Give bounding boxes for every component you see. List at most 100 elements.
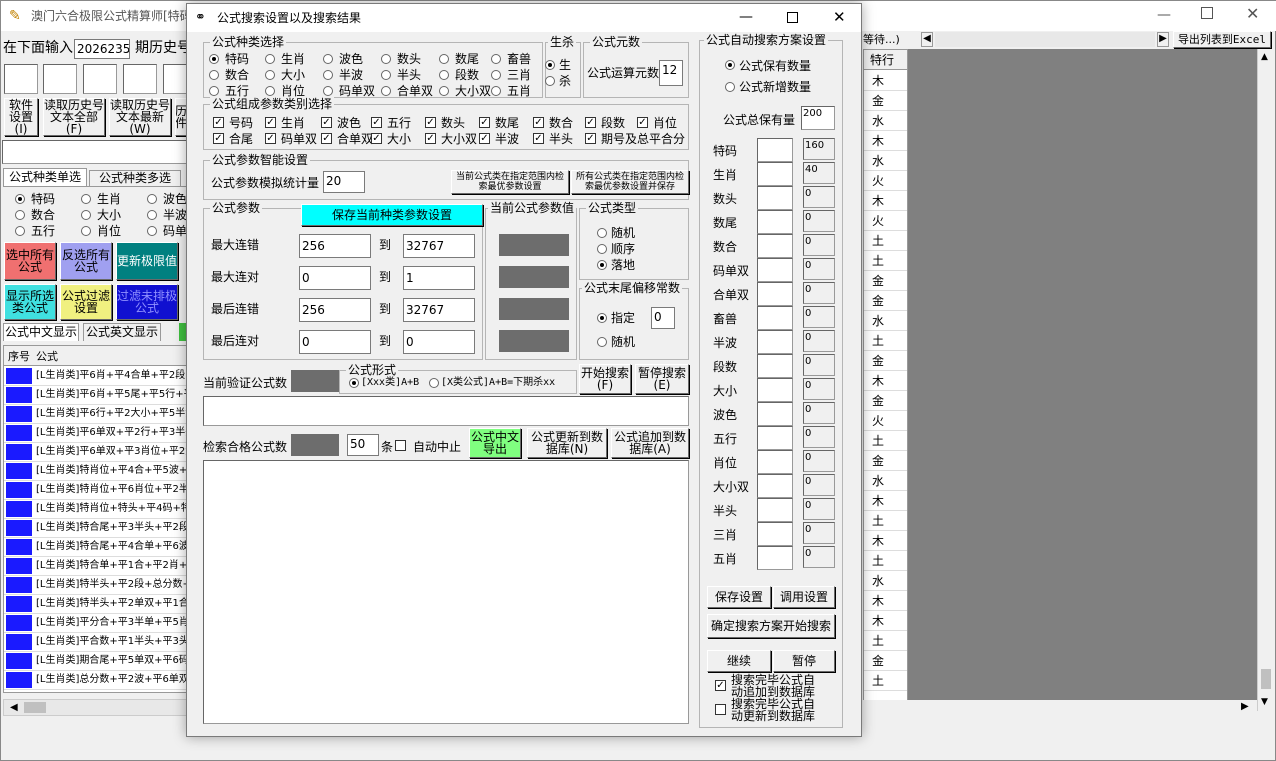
- table-row[interactable]: [L生肖类]平6肖+平4合单+平2段+: [4, 367, 186, 386]
- keep-row-input[interactable]: [757, 330, 793, 354]
- keep-row-value[interactable]: 0: [803, 546, 835, 568]
- total-keep-value[interactable]: 200: [801, 106, 835, 130]
- close-icon[interactable]: ✕: [833, 8, 846, 26]
- type-radio[interactable]: [147, 210, 157, 220]
- text-input[interactable]: [2, 140, 188, 164]
- keep-row-value[interactable]: 0: [803, 474, 835, 496]
- formula-type-radio[interactable]: [323, 70, 333, 80]
- result-area[interactable]: [203, 460, 689, 724]
- scroll-down-icon[interactable]: ▼: [1261, 697, 1268, 707]
- formula-type-radio[interactable]: [381, 54, 391, 64]
- main-hscrollbar[interactable]: ◀: [3, 699, 187, 716]
- keep-row-input[interactable]: [757, 138, 793, 162]
- keep-row-input[interactable]: [757, 258, 793, 282]
- tab-en-display[interactable]: 公式英文显示: [83, 323, 161, 341]
- param-type-checkbox[interactable]: ✓: [371, 133, 382, 144]
- keep-count-radio[interactable]: [725, 60, 735, 70]
- scroll-left-icon[interactable]: ◀: [921, 32, 933, 47]
- formula-type-radio[interactable]: [491, 70, 501, 80]
- yuanshu-input[interactable]: 12: [659, 60, 683, 86]
- formula-type-radio[interactable]: [491, 54, 501, 64]
- formula-type-radio[interactable]: [439, 54, 449, 64]
- keep-row-value[interactable]: 0: [803, 522, 835, 544]
- formula-type-radio[interactable]: [265, 70, 275, 80]
- table-row[interactable]: [L生肖类]平6行+平2大小+平5半波: [4, 405, 186, 424]
- table-row[interactable]: [L生肖类]特半头+平2单双+平1合+: [4, 595, 186, 614]
- append-db-button[interactable]: 公式追加到数据库(A): [611, 428, 689, 458]
- param-type-checkbox[interactable]: ✓: [321, 117, 332, 128]
- minimize-icon[interactable]: —: [739, 9, 753, 25]
- param-type-checkbox[interactable]: ✓: [479, 117, 490, 128]
- bottom-hscrollbar[interactable]: [863, 700, 1257, 715]
- formula-type-radio[interactable]: [439, 70, 449, 80]
- read-history-latest-button[interactable]: 读取历史号文本最新(W): [109, 98, 171, 136]
- export-excel-button[interactable]: 导出列表到Excel: [1173, 31, 1271, 48]
- formula-type-radio[interactable]: [439, 86, 449, 96]
- scroll-right-icon[interactable]: ▶: [1157, 32, 1169, 47]
- param-type-checkbox[interactable]: ✓: [585, 133, 596, 144]
- keep-row-input[interactable]: [757, 474, 793, 498]
- scroll-left-icon[interactable]: ◀: [10, 702, 18, 713]
- keep-row-value[interactable]: 0: [803, 234, 835, 256]
- param-type-checkbox[interactable]: ✓: [425, 117, 436, 128]
- verify-text-area[interactable]: [203, 396, 689, 426]
- keep-row-input[interactable]: [757, 186, 793, 210]
- keep-row-value[interactable]: 0: [803, 210, 835, 232]
- table-row[interactable]: [L生肖类]特半头+平2段+总分数+平: [4, 576, 186, 595]
- table-row[interactable]: [L生肖类]特合尾+平3半头+平2段+: [4, 519, 186, 538]
- param-type-checkbox[interactable]: ✓: [637, 117, 648, 128]
- table-row[interactable]: [L生肖类]平6单双+平3肖位+平2大: [4, 443, 186, 462]
- export-cn-button[interactable]: 公式中文导出: [469, 428, 521, 458]
- period-input[interactable]: 2026235: [74, 39, 130, 59]
- keep-row-value[interactable]: 0: [803, 426, 835, 448]
- form-opt2-radio[interactable]: [429, 378, 439, 388]
- number-box[interactable]: [123, 64, 157, 94]
- keep-row-value[interactable]: 0: [803, 282, 835, 304]
- keep-row-value[interactable]: 0: [803, 258, 835, 280]
- shengsha-radio[interactable]: [545, 76, 555, 86]
- formula-type-radio[interactable]: [381, 70, 391, 80]
- formula-type-radio[interactable]: [209, 70, 219, 80]
- number-box[interactable]: [43, 64, 77, 94]
- table-row[interactable]: [L生肖类]总分数+平2波+平6单双+: [4, 671, 186, 690]
- formula-type-radio[interactable]: [323, 86, 333, 96]
- param-to-input[interactable]: 1: [403, 266, 475, 290]
- scroll-thumb[interactable]: [24, 702, 46, 713]
- table-row[interactable]: [L生肖类]特合尾+平4合单+平6波+: [4, 538, 186, 557]
- formula-type-radio[interactable]: [323, 54, 333, 64]
- table-row[interactable]: [L生肖类]平合数+平1半头+平3头+: [4, 633, 186, 652]
- auto-update-checkbox[interactable]: [715, 704, 726, 715]
- confirm-start-button[interactable]: 确定搜索方案开始搜索: [707, 614, 835, 638]
- offset-random-radio[interactable]: [597, 337, 607, 347]
- param-type-checkbox[interactable]: ✓: [425, 133, 436, 144]
- keep-row-input[interactable]: [757, 210, 793, 234]
- number-box[interactable]: [163, 64, 187, 94]
- keep-row-input[interactable]: [757, 522, 793, 546]
- smart-all-button[interactable]: 所有公式类在指定范围内检索最优参数设置并保存: [571, 170, 689, 194]
- keep-row-input[interactable]: [757, 282, 793, 306]
- param-type-checkbox[interactable]: ✓: [321, 133, 332, 144]
- vscroll-thumb[interactable]: [1261, 669, 1271, 689]
- keep-row-value[interactable]: 160: [803, 138, 835, 160]
- continue-button[interactable]: 继续: [707, 650, 771, 672]
- formula-kind-radio[interactable]: [597, 228, 607, 238]
- table-row[interactable]: [L生肖类]平6单双+平2行+平3半头: [4, 424, 186, 443]
- save-settings-button[interactable]: 保存设置: [707, 586, 771, 608]
- param-type-checkbox[interactable]: ✓: [371, 117, 382, 128]
- keep-row-value[interactable]: 0: [803, 306, 835, 328]
- show-selected-button[interactable]: 显示所选类公式: [4, 284, 56, 320]
- formula-type-radio[interactable]: [265, 54, 275, 64]
- minimize-icon[interactable]: —: [1157, 7, 1171, 23]
- type-radio[interactable]: [15, 226, 25, 236]
- keep-row-input[interactable]: [757, 234, 793, 258]
- param-type-checkbox[interactable]: ✓: [265, 117, 276, 128]
- param-from-input[interactable]: 0: [299, 266, 371, 290]
- table-row[interactable]: [L生肖类]平分合+平3半单+平5肖位: [4, 614, 186, 633]
- param-from-input[interactable]: 0: [299, 330, 371, 354]
- maximize-icon[interactable]: [787, 12, 798, 23]
- keep-row-input[interactable]: [757, 306, 793, 330]
- formula-kind-radio[interactable]: [597, 260, 607, 270]
- param-type-checkbox[interactable]: ✓: [265, 133, 276, 144]
- pause-search-button[interactable]: 暂停搜索(E): [635, 364, 689, 394]
- auto-append-checkbox[interactable]: ✓: [715, 680, 726, 691]
